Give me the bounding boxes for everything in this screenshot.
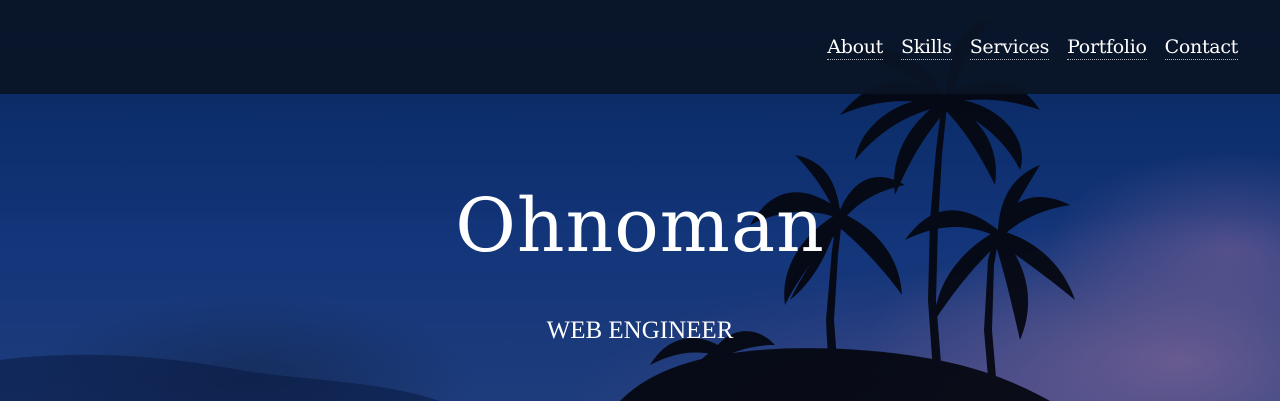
nav-link-portfolio[interactable]: Portfolio	[1067, 36, 1147, 60]
nav-link-skills[interactable]: Skills	[900, 36, 952, 60]
nav-link-services[interactable]: Services	[969, 36, 1049, 60]
top-navigation-bar: About Skills Services Portfolio Contact	[0, 0, 1280, 94]
nav-menu: About Skills Services Portfolio Contact	[827, 36, 1238, 60]
nav-item-about: About	[827, 36, 883, 60]
hero-title: Ohnoman	[455, 183, 825, 269]
hero-section: About Skills Services Portfolio Contact …	[0, 0, 1280, 401]
nav-item-skills: Skills	[900, 36, 952, 60]
hero-subtitle: WEB ENGINEER	[546, 317, 734, 344]
nav-item-contact: Contact	[1164, 36, 1238, 60]
nav-item-portfolio: Portfolio	[1067, 36, 1147, 60]
nav-link-contact[interactable]: Contact	[1164, 36, 1238, 60]
nav-link-about[interactable]: About	[827, 36, 883, 60]
nav-item-services: Services	[969, 36, 1049, 60]
